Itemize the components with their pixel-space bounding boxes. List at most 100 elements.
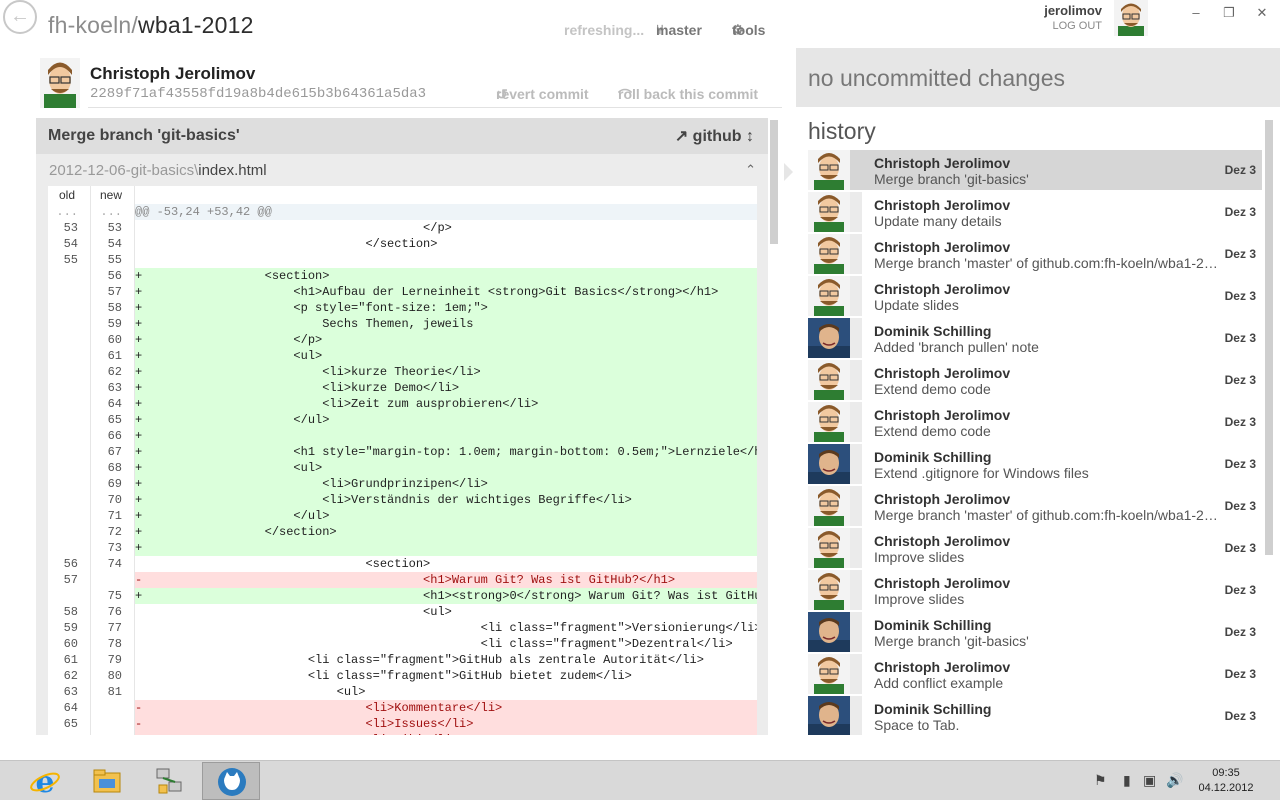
history-item[interactable]: Dominik Schilling Space to Tab. Dez 3 — [808, 696, 1262, 735]
diff-code: @@ -53,24 +53,42 @@ — [135, 204, 757, 220]
diff-code: + <li>kurze Theorie</li> — [135, 364, 757, 380]
diff-code: + — [135, 428, 757, 444]
history-message: Improve slides — [874, 591, 965, 607]
new-line-number: 58 — [107, 301, 122, 315]
old-line-number: 62 — [63, 669, 78, 683]
logout-link[interactable]: LOG OUT — [1030, 20, 1102, 32]
diff-code: + </ul> — [135, 412, 757, 428]
history-item[interactable]: Christoph Jerolimov Update slides Dez 3 — [808, 276, 1262, 318]
svg-text:e: e — [35, 765, 54, 797]
author-avatar — [808, 150, 850, 190]
history-scrollbar[interactable] — [1265, 120, 1273, 555]
network-app-icon[interactable] — [140, 762, 198, 800]
network-icon[interactable]: ▣ — [1143, 772, 1156, 789]
history-item[interactable]: Christoph Jerolimov Extend demo code Dez 3 — [808, 402, 1262, 444]
diff-row: 65 - <li>Issues</li> — [48, 716, 757, 732]
diff-code: + <h1><strong>0</strong> Warum Git? Was … — [135, 588, 757, 604]
history-item-handle — [850, 150, 862, 190]
history-item[interactable]: Christoph Jerolimov Improve slides Dez 3 — [808, 570, 1262, 612]
history-message: Merge branch 'master' of github.com:fh-k… — [874, 507, 1219, 523]
github-for-windows-app: ← fh-koeln/wba1-2012 refreshing... ⑂ mast… — [0, 0, 1280, 760]
minimize-icon[interactable]: – — [1188, 5, 1204, 20]
system-clock[interactable]: 09:35 04.12.2012 — [1196, 766, 1256, 796]
old-line-number: 63 — [63, 685, 78, 699]
diff-row: 66 + — [48, 428, 757, 444]
chevron-up-icon[interactable]: ⌃ — [745, 162, 756, 178]
history-date: Dez 3 — [1224, 163, 1256, 177]
history-item-handle — [850, 528, 862, 568]
history-item[interactable]: Dominik Schilling Added 'branch pullen' n… — [808, 318, 1262, 360]
history-item[interactable]: Christoph Jerolimov Merge branch 'git-bas… — [808, 150, 1262, 192]
history-item[interactable]: Dominik Schilling Merge branch 'git-basic… — [808, 612, 1262, 654]
history-author: Christoph Jerolimov — [874, 575, 1011, 591]
history-item-body: Dominik Schilling Added 'branch pullen' n… — [862, 318, 1262, 358]
history-date: Dez 3 — [1224, 289, 1256, 303]
diff-code: + <li>Verständnis der wichtiges Begriffe… — [135, 492, 757, 508]
old-line-number: ... — [56, 205, 78, 219]
new-line-number: 64 — [107, 397, 122, 411]
action-center-icon[interactable]: ⚑ — [1094, 772, 1107, 789]
diff-row: 63 + <li>kurze Demo</li> — [48, 380, 757, 396]
file-explorer-icon[interactable] — [78, 762, 136, 800]
divider — [88, 107, 782, 108]
old-line-number: 65 — [63, 717, 78, 731]
diff-scrollbar[interactable] — [770, 120, 778, 244]
history-author: Dominik Schilling — [874, 701, 992, 717]
history-item[interactable]: Christoph Jerolimov Merge branch 'master'… — [808, 234, 1262, 276]
history-item-body: Christoph Jerolimov Merge branch 'git-bas… — [862, 150, 1262, 190]
github-link[interactable]: ↗ github ↕ — [675, 126, 754, 146]
diff-code: <ul> — [135, 685, 366, 699]
volume-icon[interactable]: 🔊 — [1166, 772, 1183, 789]
history-item-handle — [850, 192, 862, 232]
history-item-handle — [850, 444, 862, 484]
history-item-handle — [850, 318, 862, 358]
battery-icon[interactable]: ▮ — [1123, 772, 1131, 789]
diff-row: 73 + — [48, 540, 757, 556]
revert-label: revert commit — [496, 86, 589, 102]
history-item[interactable]: Dominik Schilling Extend .gitignore for W… — [808, 444, 1262, 486]
diff-code: - <h1>Warum Git? Was ist GitHub?</h1> — [135, 572, 757, 588]
history-item-body: Christoph Jerolimov Update many details De… — [862, 192, 1262, 232]
history-item[interactable]: Christoph Jerolimov Update many details De… — [808, 192, 1262, 234]
history-message: Space to Tab. — [874, 717, 960, 733]
history-message: Extend demo code — [874, 381, 991, 397]
author-avatar — [808, 696, 850, 735]
restore-icon[interactable]: ❐ — [1221, 5, 1237, 21]
history-item-handle — [850, 654, 862, 694]
diff-code: + </section> — [135, 524, 757, 540]
diff-code: + <section> — [135, 268, 757, 284]
diff-row: 54 54 </section> — [48, 236, 757, 252]
history-date: Dez 3 — [1224, 541, 1256, 555]
diff-row: 67 + <h1 style="margin-top: 1.0em; margin… — [48, 444, 757, 460]
user-box: jerolimov LOG OUT — [1030, 3, 1102, 32]
history-item[interactable]: Christoph Jerolimov Extend demo code Dez 3 — [808, 360, 1262, 402]
diff-row: 56 74 <section> — [48, 556, 757, 572]
new-line-number: 72 — [107, 525, 122, 539]
history-message: Add conflict example — [874, 675, 1004, 691]
repo-owner[interactable]: fh-koeln/ — [48, 12, 138, 38]
new-line-number: 68 — [107, 461, 122, 475]
windows-taskbar: e ⚑ ▮ ▣ 🔊 09:35 04.12.2012 — [0, 760, 1280, 800]
old-line-number: 57 — [63, 573, 78, 587]
new-line-number: 69 — [107, 477, 122, 491]
back-arrow-icon[interactable]: ← — [3, 0, 37, 34]
clock-date: 04.12.2012 — [1198, 782, 1254, 794]
history-item[interactable]: Christoph Jerolimov Merge branch 'master'… — [808, 486, 1262, 528]
file-header[interactable]: 2012-12-06-git-basics\index.html ⌃ — [36, 158, 768, 184]
diff-code: <li class="fragment">Dezentral</li> — [135, 637, 733, 651]
rollback-label: roll back this commit — [618, 86, 759, 102]
history-item-body: Christoph Jerolimov Add conflict example D… — [862, 654, 1262, 694]
new-line-number: 62 — [107, 365, 122, 379]
github-app-icon[interactable] — [202, 762, 260, 800]
old-line-number: 59 — [63, 621, 78, 635]
new-line-number: 66 — [107, 429, 122, 443]
history-item-body: Christoph Jerolimov Improve slides Dez 3 — [862, 570, 1262, 610]
diff-row: 63 81 <ul> — [48, 684, 757, 700]
author-avatar — [808, 360, 850, 400]
history-item[interactable]: Christoph Jerolimov Add conflict example D… — [808, 654, 1262, 696]
history-author: Dominik Schilling — [874, 617, 992, 633]
internet-explorer-icon[interactable]: e — [16, 762, 74, 800]
close-icon[interactable]: ✕ — [1254, 5, 1270, 21]
history-item[interactable]: Christoph Jerolimov Improve slides Dez 3 — [808, 528, 1262, 570]
collapse-arrows-icon[interactable]: ↕ — [746, 128, 754, 145]
